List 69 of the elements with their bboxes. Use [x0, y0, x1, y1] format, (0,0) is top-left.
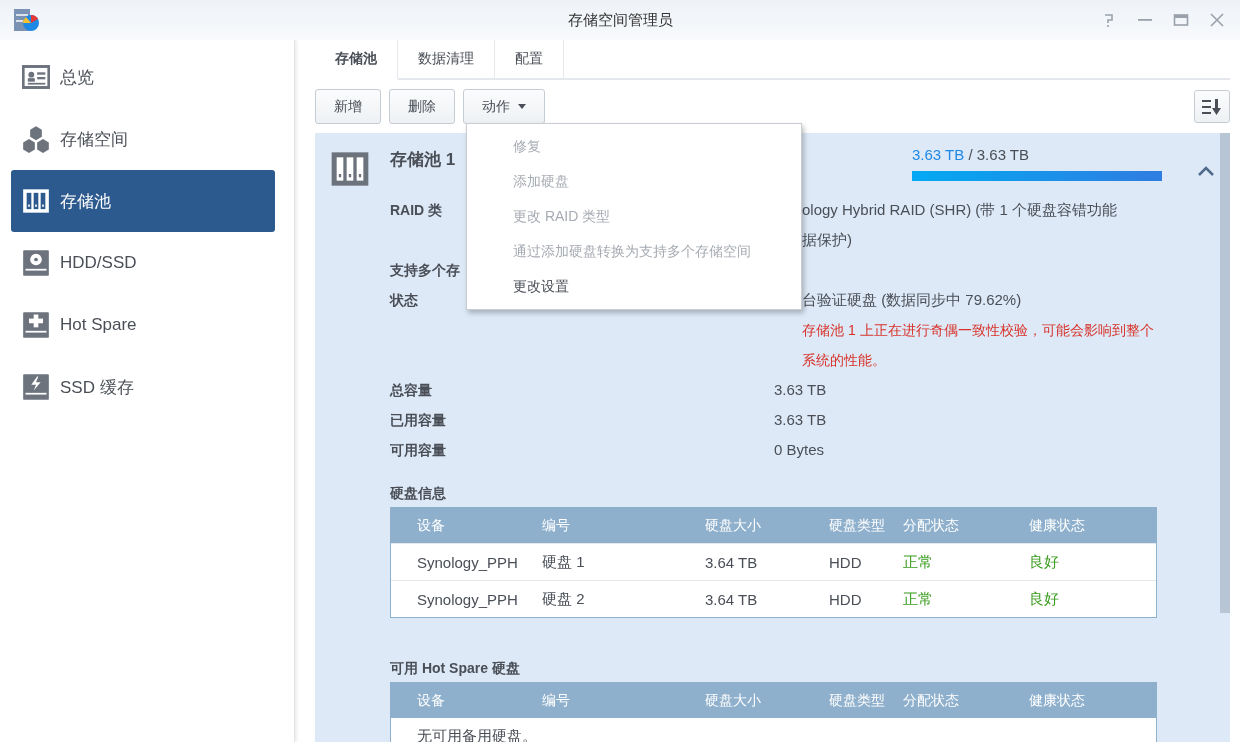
table-cell-text: 良好	[1029, 552, 1060, 572]
table-cell-text: Synology_PPH	[417, 553, 519, 571]
column-header: 分配状态	[903, 516, 960, 535]
detail-label: 可用容量	[390, 441, 446, 460]
flash-drive-icon	[22, 373, 50, 401]
detail-value: 台验证硬盘 (数据同步中 79.62%)	[802, 290, 1023, 310]
sidebar-item[interactable]: 总览	[11, 46, 275, 108]
column-header: 健康状态	[1029, 691, 1086, 710]
tab[interactable]: 数据清理	[398, 40, 495, 78]
plus-drive-icon	[22, 311, 50, 339]
column-header: 编号	[542, 516, 571, 535]
sidebar-item[interactable]: 存储空间	[11, 108, 275, 170]
toolbar-button[interactable]: 新增	[315, 89, 381, 124]
table-cell-text: 硬盘 1	[542, 552, 586, 572]
detail-value: 3.63 TB	[774, 380, 828, 400]
detail-value: 据保护)	[802, 230, 853, 250]
table-cell-text: 正常	[903, 589, 934, 609]
window-title: 存储空间管理员	[567, 10, 673, 28]
app-logo-icon	[12, 6, 40, 34]
close-icon[interactable]	[1208, 11, 1226, 29]
caret-icon	[518, 104, 526, 109]
table-cell-text: HDD	[829, 590, 863, 608]
tab[interactable]: 配置	[495, 40, 564, 78]
table-cell-text: HDD	[829, 553, 863, 571]
maximize-icon[interactable]	[1172, 11, 1190, 29]
detail-label: 状态	[390, 291, 418, 310]
column-header: 设备	[417, 516, 446, 535]
table-cell-text: 硬盘 2	[542, 589, 586, 609]
column-header: 硬盘大小	[705, 516, 762, 535]
detail-label: 支持多个存	[390, 261, 460, 280]
sidebar-item[interactable]: HDD/SSD	[11, 232, 275, 294]
table-cell-text: 3.64 TB	[705, 553, 759, 571]
sidebar-item[interactable]: SSD 缓存	[11, 356, 275, 418]
collapse-icon[interactable]	[1197, 165, 1215, 177]
detail-value: 3.63 TB	[774, 410, 828, 430]
table-cell-text: Synology_PPH	[417, 590, 519, 608]
toolbar-button[interactable]: 删除	[389, 89, 455, 124]
column-header: 分配状态	[903, 691, 960, 710]
warning-text: 存储池 1 上正在进行奇偶一致性校验，可能会影响到整个系统的性能。	[802, 321, 1155, 370]
column-header: 编号	[542, 691, 571, 710]
sort-icon	[1201, 96, 1223, 117]
drive-bays-icon	[330, 149, 370, 189]
scrollbar[interactable]	[1220, 133, 1230, 613]
table-cell-text: 良好	[1029, 589, 1060, 609]
tab[interactable]: 存储池	[315, 40, 398, 80]
section-title: 可用 Hot Spare 硬盘	[390, 659, 521, 678]
table-cell-text: 3.64 TB	[705, 590, 759, 608]
sidebar-item[interactable]: 存储池	[11, 170, 275, 232]
detail-label: 已用容量	[390, 411, 446, 430]
detail-label: RAID 类	[390, 201, 443, 220]
usage-text: 3.63 TB / 3.63 TB	[912, 146, 1031, 163]
detail-value: ology Hybrid RAID (SHR) (带 1 个硬盘容错功能	[802, 200, 1119, 220]
sidebar-item[interactable]: Hot Spare	[11, 294, 275, 356]
column-header: 设备	[417, 691, 446, 710]
drive-bays-icon	[22, 187, 50, 215]
overview-icon	[22, 63, 50, 91]
detail-label: 总容量	[390, 381, 432, 400]
column-header: 硬盘类型	[829, 516, 886, 535]
column-header: 健康状态	[1029, 516, 1086, 535]
menu-item[interactable]: 更改设置	[467, 269, 801, 304]
column-header: 硬盘类型	[829, 691, 886, 710]
action-button[interactable]: 动作	[463, 89, 545, 124]
sort-button[interactable]	[1194, 90, 1230, 123]
section-title: 硬盘信息	[390, 484, 447, 503]
pool-title: 存储池 1	[390, 149, 456, 171]
column-header: 硬盘大小	[705, 691, 762, 710]
table-cell-text: 正常	[903, 552, 934, 572]
detail-value: 0 Bytes	[774, 440, 826, 460]
cubes-icon	[22, 125, 50, 153]
